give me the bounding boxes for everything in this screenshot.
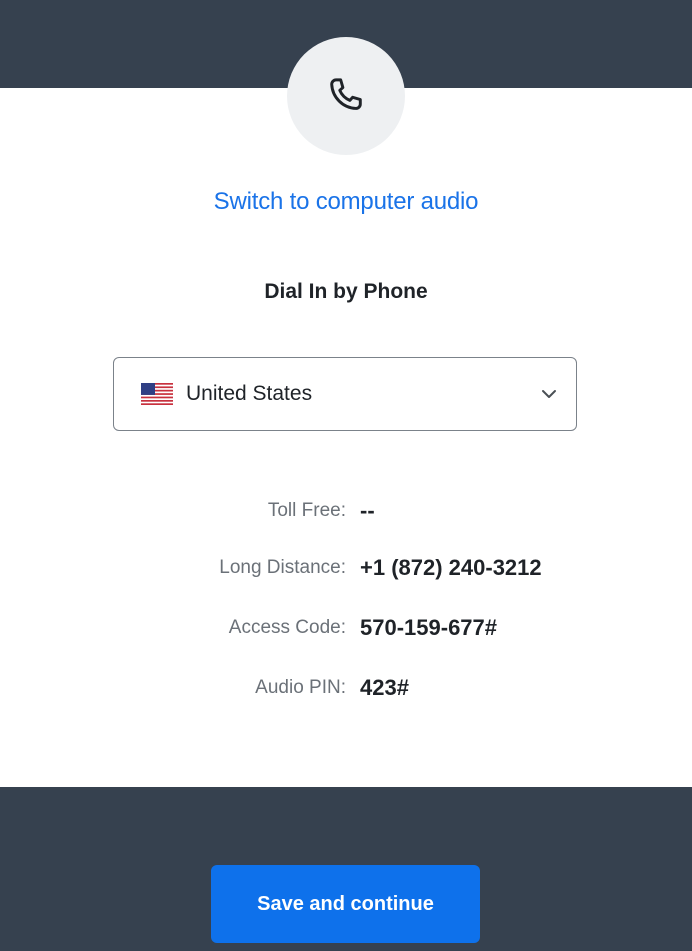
toll-free-row: Toll Free: -- xyxy=(0,495,692,527)
long-distance-label: Long Distance: xyxy=(219,557,346,578)
country-select[interactable]: United States xyxy=(113,357,577,431)
switch-to-computer-audio-link[interactable]: Switch to computer audio xyxy=(0,188,692,216)
dial-in-panel: Switch to computer audio Dial In by Phon… xyxy=(0,0,692,951)
long-distance-value: +1 (872) 240-3212 xyxy=(360,555,542,580)
phone-icon-circle xyxy=(287,37,405,155)
audio-pin-value: 423# xyxy=(360,675,409,700)
access-code-value: 570-159-677# xyxy=(360,615,498,640)
phone-icon xyxy=(330,78,362,110)
chevron-down-icon xyxy=(542,390,556,398)
selected-country: United States xyxy=(186,382,313,405)
long-distance-row: Long Distance: +1 (872) 240-3212 xyxy=(0,552,692,584)
dial-in-title: Dial In by Phone xyxy=(264,280,428,303)
toll-free-value: -- xyxy=(360,498,375,523)
us-flag-icon xyxy=(141,383,173,405)
audio-pin-label: Audio PIN: xyxy=(255,677,346,698)
access-code-label: Access Code: xyxy=(228,617,346,638)
save-and-continue-button[interactable]: Save and continue xyxy=(211,865,480,943)
access-code-row: Access Code: 570-159-677# xyxy=(0,612,692,644)
toll-free-label: Toll Free: xyxy=(267,500,346,521)
audio-pin-row: Audio PIN: 423# xyxy=(0,672,692,704)
